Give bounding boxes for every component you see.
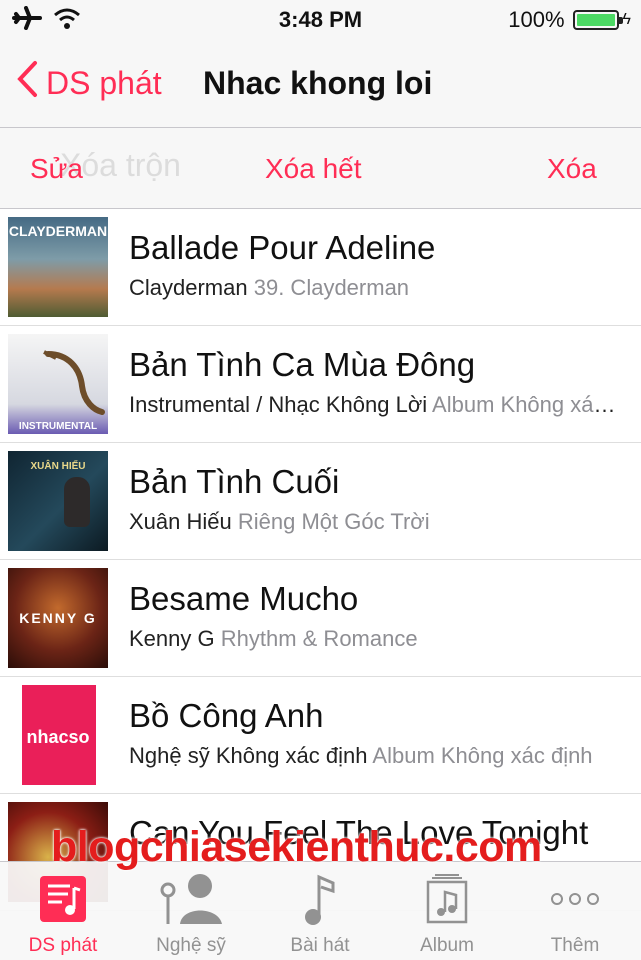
song-album: 39. Clayderman (253, 275, 410, 300)
album-cover-text: nhacso (26, 727, 90, 747)
artist-icon (136, 873, 246, 925)
album-cover: INSTRUMENTAL (8, 334, 108, 434)
song-artist: Instrumental / Nhạc Không Lời (129, 392, 428, 417)
tab-albums[interactable]: Album (392, 873, 502, 959)
song-title: Bồ Công Anh (129, 697, 324, 734)
song-row[interactable]: XUÂN HIẾU Bản Tình Cuối Xuân Hiếu Riêng … (0, 443, 641, 560)
more-icon (520, 873, 630, 925)
album-cover: XUÂN HIẾU (8, 451, 108, 551)
battery-fill (576, 14, 615, 26)
delete-button[interactable]: Xóa (547, 153, 597, 185)
clear-all-button[interactable]: Xóa hết (265, 153, 362, 185)
song-meta: Nghệ sỹ Không xác định Album Không xác đ… (129, 743, 619, 769)
song-album: Rhythm & Romance (220, 626, 418, 651)
music-note-icon (265, 873, 375, 925)
charging-icon: ϟ (622, 11, 631, 28)
song-artist: Xuân Hiếu (129, 509, 232, 534)
album-cover: nhacso (8, 685, 108, 785)
tab-playlists[interactable]: DS phát (8, 873, 118, 959)
back-label: DS phát (46, 64, 162, 101)
song-row[interactable]: CLAYDERMAN Ballade Pour Adeline Clayderm… (0, 209, 641, 326)
saxophone-icon (43, 350, 105, 415)
tab-label: Album (420, 935, 474, 956)
tab-artists[interactable]: Nghệ sỹ (136, 873, 246, 959)
back-button[interactable]: DS phát (16, 60, 162, 106)
song-artist: Nghệ sỹ Không xác định (129, 743, 368, 768)
tab-label: DS phát (28, 935, 98, 956)
album-cover-text: INSTRUMENTAL (18, 421, 98, 432)
song-artist: Kenny G (129, 626, 215, 651)
song-title: Besame Mucho (129, 580, 359, 617)
album-cover: CLAYDERMAN (8, 217, 108, 317)
song-title: Ballade Pour Adeline (129, 229, 436, 266)
song-meta: Clayderman 39. Clayderman (129, 275, 619, 301)
song-row[interactable]: INSTRUMENTAL Bản Tình Ca Mùa Đông Instru… (0, 326, 641, 443)
album-icon (392, 873, 502, 925)
tab-more[interactable]: Thêm (520, 873, 630, 959)
song-meta: Kenny G Rhythm & Romance (129, 626, 619, 652)
battery-percent: 100% (508, 7, 565, 32)
watermark-text: blogchiasekienthuc.com (51, 823, 542, 871)
navigation-bar: DS phát Nhac khong loi (0, 40, 641, 128)
album-cover-text: CLAYDERMAN (8, 223, 108, 239)
playlist-icon (8, 873, 118, 925)
tab-label: Nghệ sỹ (156, 935, 226, 956)
song-album: Riêng Một Góc Trời (237, 509, 430, 534)
edit-button[interactable]: Sửa (30, 153, 83, 185)
tab-label: Bài hát (290, 935, 350, 956)
playlist-toolbar: Xóa trộn Sửa Xóa hết Xóa (0, 129, 641, 209)
song-album: Album Không xác định (432, 392, 619, 417)
song-meta: Instrumental / Nhạc Không Lời Album Khôn… (129, 392, 619, 418)
song-album: Album Không xác định (372, 743, 593, 768)
song-title: Bản Tình Ca Mùa Đông (129, 346, 476, 383)
tab-songs[interactable]: Bài hát (265, 873, 375, 959)
status-bar: 3:48 PM 100% ϟ (0, 0, 641, 40)
song-artist: Clayderman (129, 275, 248, 300)
singer-photo (64, 477, 90, 527)
album-cover: KENNY G (8, 568, 108, 668)
song-row[interactable]: nhacso Bồ Công Anh Nghệ sỹ Không xác địn… (0, 677, 641, 794)
album-cover-text: KENNY G (19, 610, 97, 626)
song-row[interactable]: KENNY G Besame Mucho Kenny G Rhythm & Ro… (0, 560, 641, 677)
song-list: CLAYDERMAN Ballade Pour Adeline Clayderm… (0, 209, 641, 911)
song-title: Bản Tình Cuối (129, 463, 340, 500)
page-title: Nhac khong loi (203, 65, 433, 101)
battery-tip (618, 17, 623, 24)
album-cover-text: XUÂN HIẾU (30, 461, 86, 472)
chevron-left-icon (16, 60, 38, 106)
tab-bar: DS phát Nghệ sỹ Bài hát Album Thêm (0, 861, 641, 960)
battery-icon (572, 10, 623, 30)
song-meta: Xuân Hiếu Riêng Một Góc Trời (129, 509, 619, 535)
tab-label: Thêm (550, 935, 600, 956)
status-right: 100% ϟ (508, 7, 631, 33)
